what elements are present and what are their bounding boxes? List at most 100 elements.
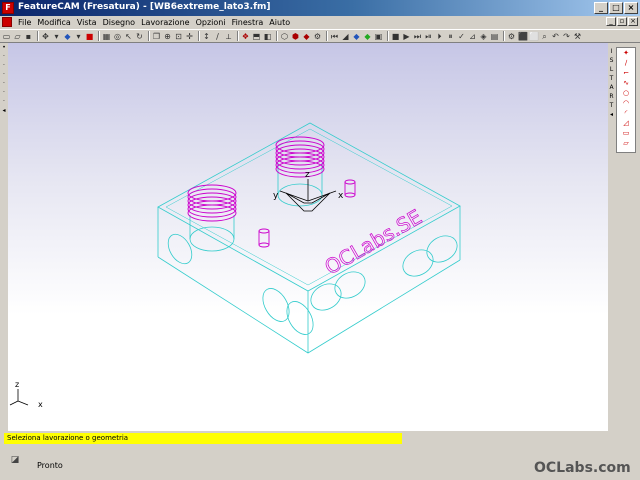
close-button[interactable]: × — [624, 2, 638, 14]
dropdown-icon[interactable]: ▾ — [74, 32, 83, 41]
curve-icon[interactable]: ∿ — [617, 78, 635, 88]
redo-icon[interactable]: ↷ — [562, 32, 571, 41]
gear-icon[interactable]: ⚙ — [507, 32, 516, 41]
rotate-icon[interactable]: ↻ — [135, 32, 144, 41]
sim-toolpath-icon[interactable]: ◢ — [341, 32, 350, 41]
app-icon[interactable]: F — [2, 2, 14, 14]
part-axis-system — [279, 179, 337, 212]
line-icon[interactable]: ∕ — [213, 32, 222, 41]
shaded-icon[interactable]: ⬢ — [291, 32, 300, 41]
side-pocket — [402, 249, 434, 277]
cube-icon[interactable]: ⬛ — [518, 32, 528, 41]
dimension-icon[interactable]: ⟂ — [224, 32, 233, 41]
bore-bottom — [189, 226, 235, 252]
tool-slot-icon[interactable]: T — [608, 74, 615, 83]
table-icon[interactable]: ▤ — [490, 32, 499, 41]
snap-icon[interactable]: · — [0, 79, 8, 88]
view-side-icon[interactable]: ◧ — [263, 32, 272, 41]
menu-file[interactable]: File — [15, 18, 34, 27]
menu-finestra[interactable]: Finestra — [229, 18, 267, 27]
pause-icon[interactable]: ⏸ — [446, 32, 455, 41]
pin-icon[interactable]: • — [0, 43, 8, 52]
arc-icon[interactable]: ◠ — [617, 98, 635, 108]
undo-icon[interactable]: ↶ — [551, 32, 560, 41]
tool-slot-icon[interactable]: S — [608, 56, 615, 65]
tool-icon[interactable]: ⚒ — [573, 32, 582, 41]
maximize-button[interactable]: □ — [609, 2, 623, 14]
save-icon[interactable]: ▪ — [24, 32, 33, 41]
document-controls: _ ▫ × — [606, 17, 638, 26]
cube-outline-icon[interactable]: ⬜ — [529, 32, 539, 41]
collapse-arrow-icon[interactable]: ◂ — [608, 110, 615, 119]
center-icon[interactable]: ✛ — [185, 32, 194, 41]
menu-opzioni[interactable]: Opzioni — [193, 18, 229, 27]
menu-bar: File Modifica Vista Disegno Lavorazione … — [0, 16, 640, 28]
tool-slot-icon[interactable]: I — [608, 47, 615, 56]
chamfer-icon[interactable]: ◿ — [617, 118, 635, 128]
toolbar-separator — [37, 31, 39, 41]
menu-aiuto[interactable]: Aiuto — [266, 18, 293, 27]
collapse-arrow-icon[interactable]: ◂ — [0, 106, 8, 115]
sim-solid-icon[interactable]: ◆ — [352, 32, 361, 41]
menu-disegno[interactable]: Disegno — [100, 18, 139, 27]
menu-modifica[interactable]: Modifica — [34, 18, 73, 27]
render-icon[interactable]: ◆ — [302, 32, 311, 41]
snap-icon[interactable]: · — [0, 52, 8, 61]
document-icon[interactable] — [2, 17, 12, 27]
view-top-icon[interactable]: ⬒ — [252, 32, 261, 41]
side-pocket — [426, 235, 458, 263]
menu-lavorazione[interactable]: Lavorazione — [138, 18, 193, 27]
surface-icon[interactable]: ▱ — [617, 138, 635, 148]
view-iso-icon[interactable]: ❖ — [241, 32, 250, 41]
stop-icon[interactable]: ■ — [391, 32, 400, 41]
graphics-viewport[interactable]: OCLabs.SE z y x z x — [8, 43, 608, 431]
circle-icon[interactable]: ○ — [617, 88, 635, 98]
new-file-icon[interactable]: ▭ — [2, 32, 11, 41]
minimize-button[interactable]: _ — [594, 2, 608, 14]
magnify-icon[interactable]: ⌕ — [540, 32, 549, 41]
settings-icon[interactable]: ⚙ — [313, 32, 322, 41]
step-icon[interactable]: ⏯ — [424, 32, 433, 41]
select-icon[interactable]: ✥ — [41, 32, 50, 41]
copy-icon[interactable]: ❐ — [152, 32, 161, 41]
grid-icon[interactable]: ▦ — [102, 32, 111, 41]
line-icon[interactable]: ∕ — [617, 58, 635, 68]
polyline-icon[interactable]: ⌐ — [617, 68, 635, 78]
offset-icon[interactable]: ▭ — [617, 128, 635, 138]
open-file-icon[interactable]: ▱ — [13, 32, 22, 41]
zoom-icon[interactable]: ⊕ — [163, 32, 172, 41]
menu-vista[interactable]: Vista — [74, 18, 100, 27]
snap-icon[interactable]: · — [0, 70, 8, 79]
pan-icon[interactable]: ↕ — [202, 32, 211, 41]
tool-slot-icon[interactable]: R — [608, 92, 615, 101]
sim-start-icon[interactable]: ⏮ — [330, 32, 339, 41]
snap-icon[interactable]: · — [0, 61, 8, 70]
message-area: Seleziona lavorazione o geometria — [0, 431, 640, 445]
shape-icon[interactable]: ◆ — [63, 32, 72, 41]
doc-restore-button[interactable]: ▫ — [617, 17, 627, 26]
sim-cut-icon[interactable]: ▣ — [374, 32, 383, 41]
check-icon[interactable]: ✓ — [457, 32, 466, 41]
doc-minimize-button[interactable]: _ — [606, 17, 616, 26]
sim-3d-icon[interactable]: ◆ — [363, 32, 372, 41]
measure-icon[interactable]: ⊿ — [468, 32, 477, 41]
wireframe-icon[interactable]: ⬡ — [280, 32, 289, 41]
snap-icon[interactable]: · — [0, 88, 8, 97]
tool-slot-icon[interactable]: A — [608, 83, 615, 92]
point-icon[interactable]: ✦ — [617, 48, 635, 58]
snap-icon[interactable]: · — [0, 97, 8, 106]
layer-icon[interactable]: ◎ — [113, 32, 122, 41]
play-icon[interactable]: ▶ — [402, 32, 411, 41]
tool-slot-icon[interactable]: L — [608, 65, 615, 74]
dropdown-icon[interactable]: ▾ — [52, 32, 61, 41]
fit-icon[interactable]: ⊡ — [174, 32, 183, 41]
color-icon[interactable]: ■ — [85, 32, 94, 41]
fast-forward-icon[interactable]: ⏭ — [413, 32, 422, 41]
watermark-text: OCLabs.com — [534, 460, 631, 476]
doc-close-button[interactable]: × — [628, 17, 638, 26]
fillet-icon[interactable]: ◜ — [617, 108, 635, 118]
step-forward-icon[interactable]: ⏵ — [435, 32, 444, 41]
arrow-pointer-icon[interactable]: ↖ — [124, 32, 133, 41]
info-icon[interactable]: ◈ — [479, 32, 488, 41]
tool-slot-icon[interactable]: T — [608, 101, 615, 110]
